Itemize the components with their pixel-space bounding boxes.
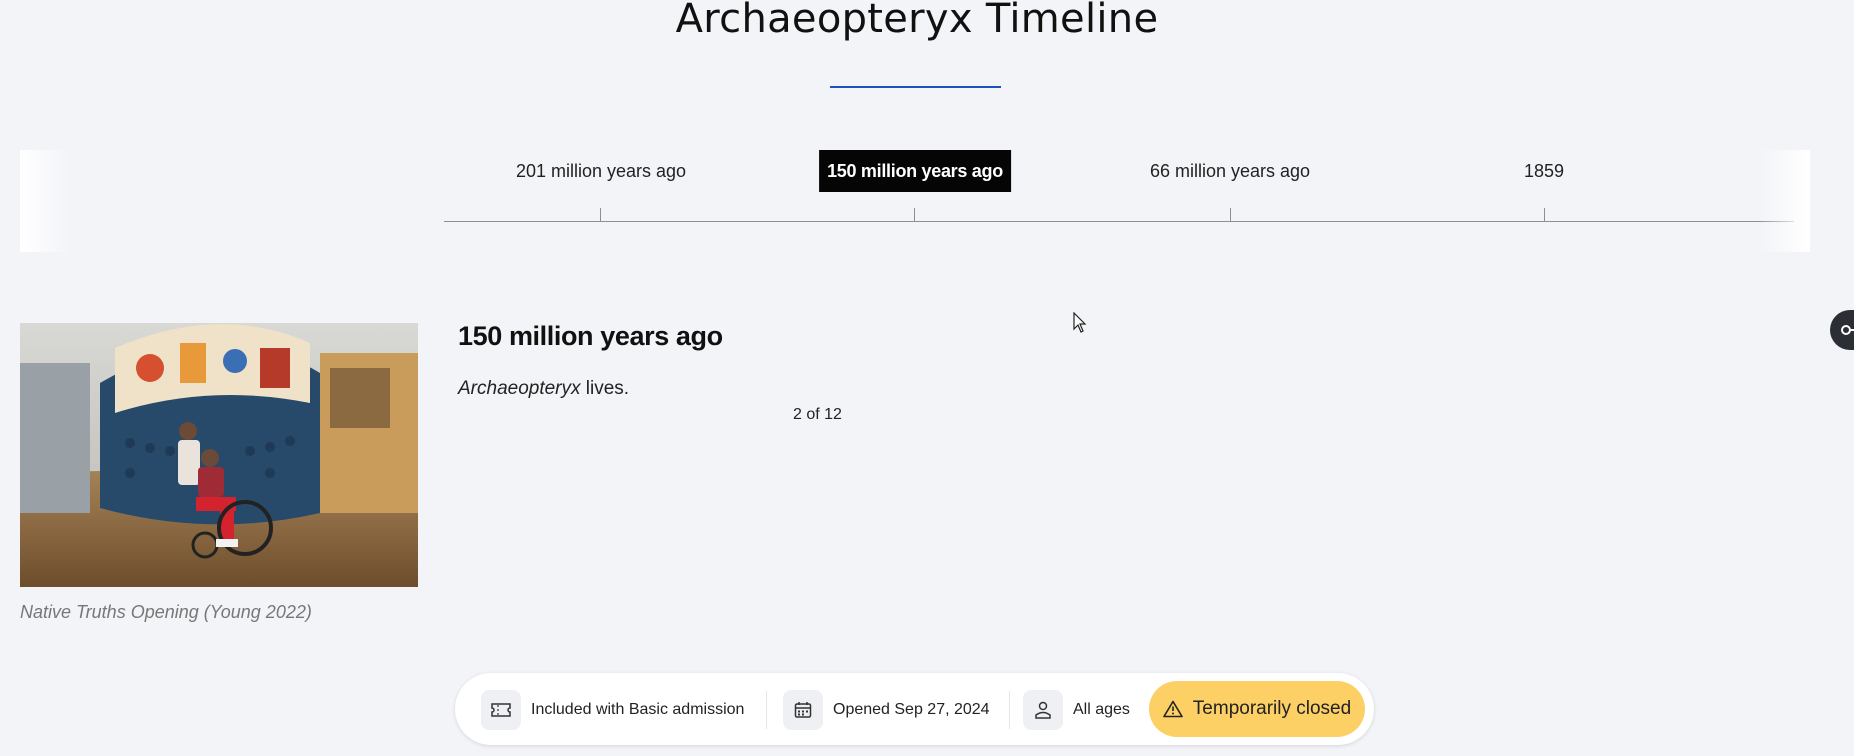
mouse-cursor-icon xyxy=(1073,312,1087,333)
slide-counter: 2 of 12 xyxy=(793,406,842,423)
exhibit-info-bar: Included with Basic admission Opened Sep… xyxy=(455,673,1374,745)
image-caption: Native Truths Opening (Young 2022) xyxy=(20,602,312,622)
toggle-icon xyxy=(1841,325,1854,335)
timeline-item-66-million-years-ago[interactable]: 66 million years ago xyxy=(1142,150,1318,192)
timeline-fade-left xyxy=(20,150,72,252)
admission-text: Included with Basic admission xyxy=(531,701,745,718)
side-toggle-button[interactable] xyxy=(1830,310,1854,350)
timeline-tick xyxy=(1544,208,1545,222)
info-divider xyxy=(766,691,767,729)
page-title: Archaeopteryx Timeline xyxy=(675,0,1159,42)
warning-icon xyxy=(1162,700,1183,718)
timeline-tick xyxy=(1230,208,1231,222)
opened-date-text: Opened Sep 27, 2024 xyxy=(833,701,990,718)
timeline-axis xyxy=(444,221,1794,222)
timeline-tick xyxy=(600,208,601,222)
event-description-species: Archaeopteryx xyxy=(458,378,581,399)
opened-date-info: Opened Sep 27, 2024 xyxy=(783,690,990,730)
admission-info: Included with Basic admission xyxy=(481,690,744,730)
status-badge: Temporarily closed xyxy=(1149,681,1365,737)
person-icon xyxy=(1023,690,1063,730)
ages-text: All ages xyxy=(1073,701,1130,718)
timeline-tick xyxy=(914,208,915,222)
event-description-text: lives. xyxy=(580,378,630,399)
ticket-icon xyxy=(481,690,521,730)
status-text: Temporarily closed xyxy=(1192,698,1352,719)
calendar-icon xyxy=(783,690,823,730)
event-title: 150 million years ago xyxy=(458,321,723,351)
exhibit-photo xyxy=(20,323,418,587)
timeline-nav: 201 million years ago 150 million years … xyxy=(20,150,1810,252)
info-divider xyxy=(1009,691,1010,729)
title-underline xyxy=(830,86,1001,88)
timeline-item-1859[interactable]: 1859 xyxy=(1516,150,1572,192)
ages-info: All ages xyxy=(1023,690,1130,730)
timeline-fade-right xyxy=(1758,150,1810,252)
event-description: Archaeopteryx lives. xyxy=(458,378,629,400)
exhibit-photo-illustration xyxy=(20,323,418,587)
timeline-item-201-million-years-ago[interactable]: 201 million years ago xyxy=(508,150,694,192)
timeline-item-150-million-years-ago[interactable]: 150 million years ago xyxy=(819,150,1011,192)
